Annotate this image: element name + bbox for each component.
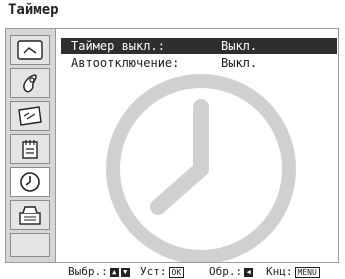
hint-select-label: Выбр.:	[68, 265, 108, 278]
clock-icon	[20, 172, 40, 192]
clock-watermark-icon	[106, 74, 296, 262]
sidebar-item-screen[interactable]	[10, 101, 50, 131]
sound-icon	[23, 74, 37, 93]
menu-row-value: Выкл.	[221, 56, 258, 70]
down-arrow-icon: ▼	[120, 267, 130, 277]
setup-icon	[19, 206, 41, 225]
menu-content: Таймер выкл.: Выкл. Автоотключение: Выкл…	[56, 29, 338, 262]
sidebar	[6, 29, 56, 262]
up-arrow-icon: ▲	[109, 267, 119, 277]
picture-icon	[17, 40, 43, 60]
sidebar-item-picture[interactable]	[10, 35, 50, 65]
menu-row-label: Автоотключение:	[71, 56, 180, 70]
ok-key: OK	[168, 266, 185, 278]
hint-exit: Кнц: MENU	[266, 265, 320, 279]
sidebar-item-sound[interactable]	[10, 68, 50, 98]
hint-confirm-label: Уст:	[140, 265, 167, 278]
hint-back: Обр.: ◀	[209, 265, 254, 279]
menu-row-timer-off[interactable]: Таймер выкл.: Выкл.	[61, 38, 337, 54]
menu-row-value: Выкл.	[221, 39, 258, 53]
hint-confirm: Уст: OK	[140, 265, 185, 279]
menu-row-label: Таймер выкл.:	[71, 39, 165, 53]
sidebar-item-empty[interactable]	[10, 233, 50, 257]
sidebar-item-timer[interactable]	[10, 167, 50, 197]
sidebar-item-setup[interactable]	[10, 200, 50, 230]
sidebar-item-settings[interactable]	[10, 134, 50, 164]
footer-hints: Выбр.: ▲ ▼ Уст: OK Обр.: ◀ Кнц: MENU	[0, 265, 345, 279]
screen-icon	[18, 106, 42, 126]
hint-exit-label: Кнц:	[266, 265, 293, 278]
hint-select: Выбр.: ▲ ▼	[68, 265, 130, 279]
menu-key: MENU	[294, 266, 320, 278]
page-title: Таймер	[8, 2, 59, 18]
hint-back-label: Обр.:	[209, 265, 243, 278]
menu-frame: Таймер выкл.: Выкл. Автоотключение: Выкл…	[5, 28, 339, 263]
settings-icon	[22, 140, 38, 159]
left-arrow-icon: ◀	[244, 267, 254, 277]
